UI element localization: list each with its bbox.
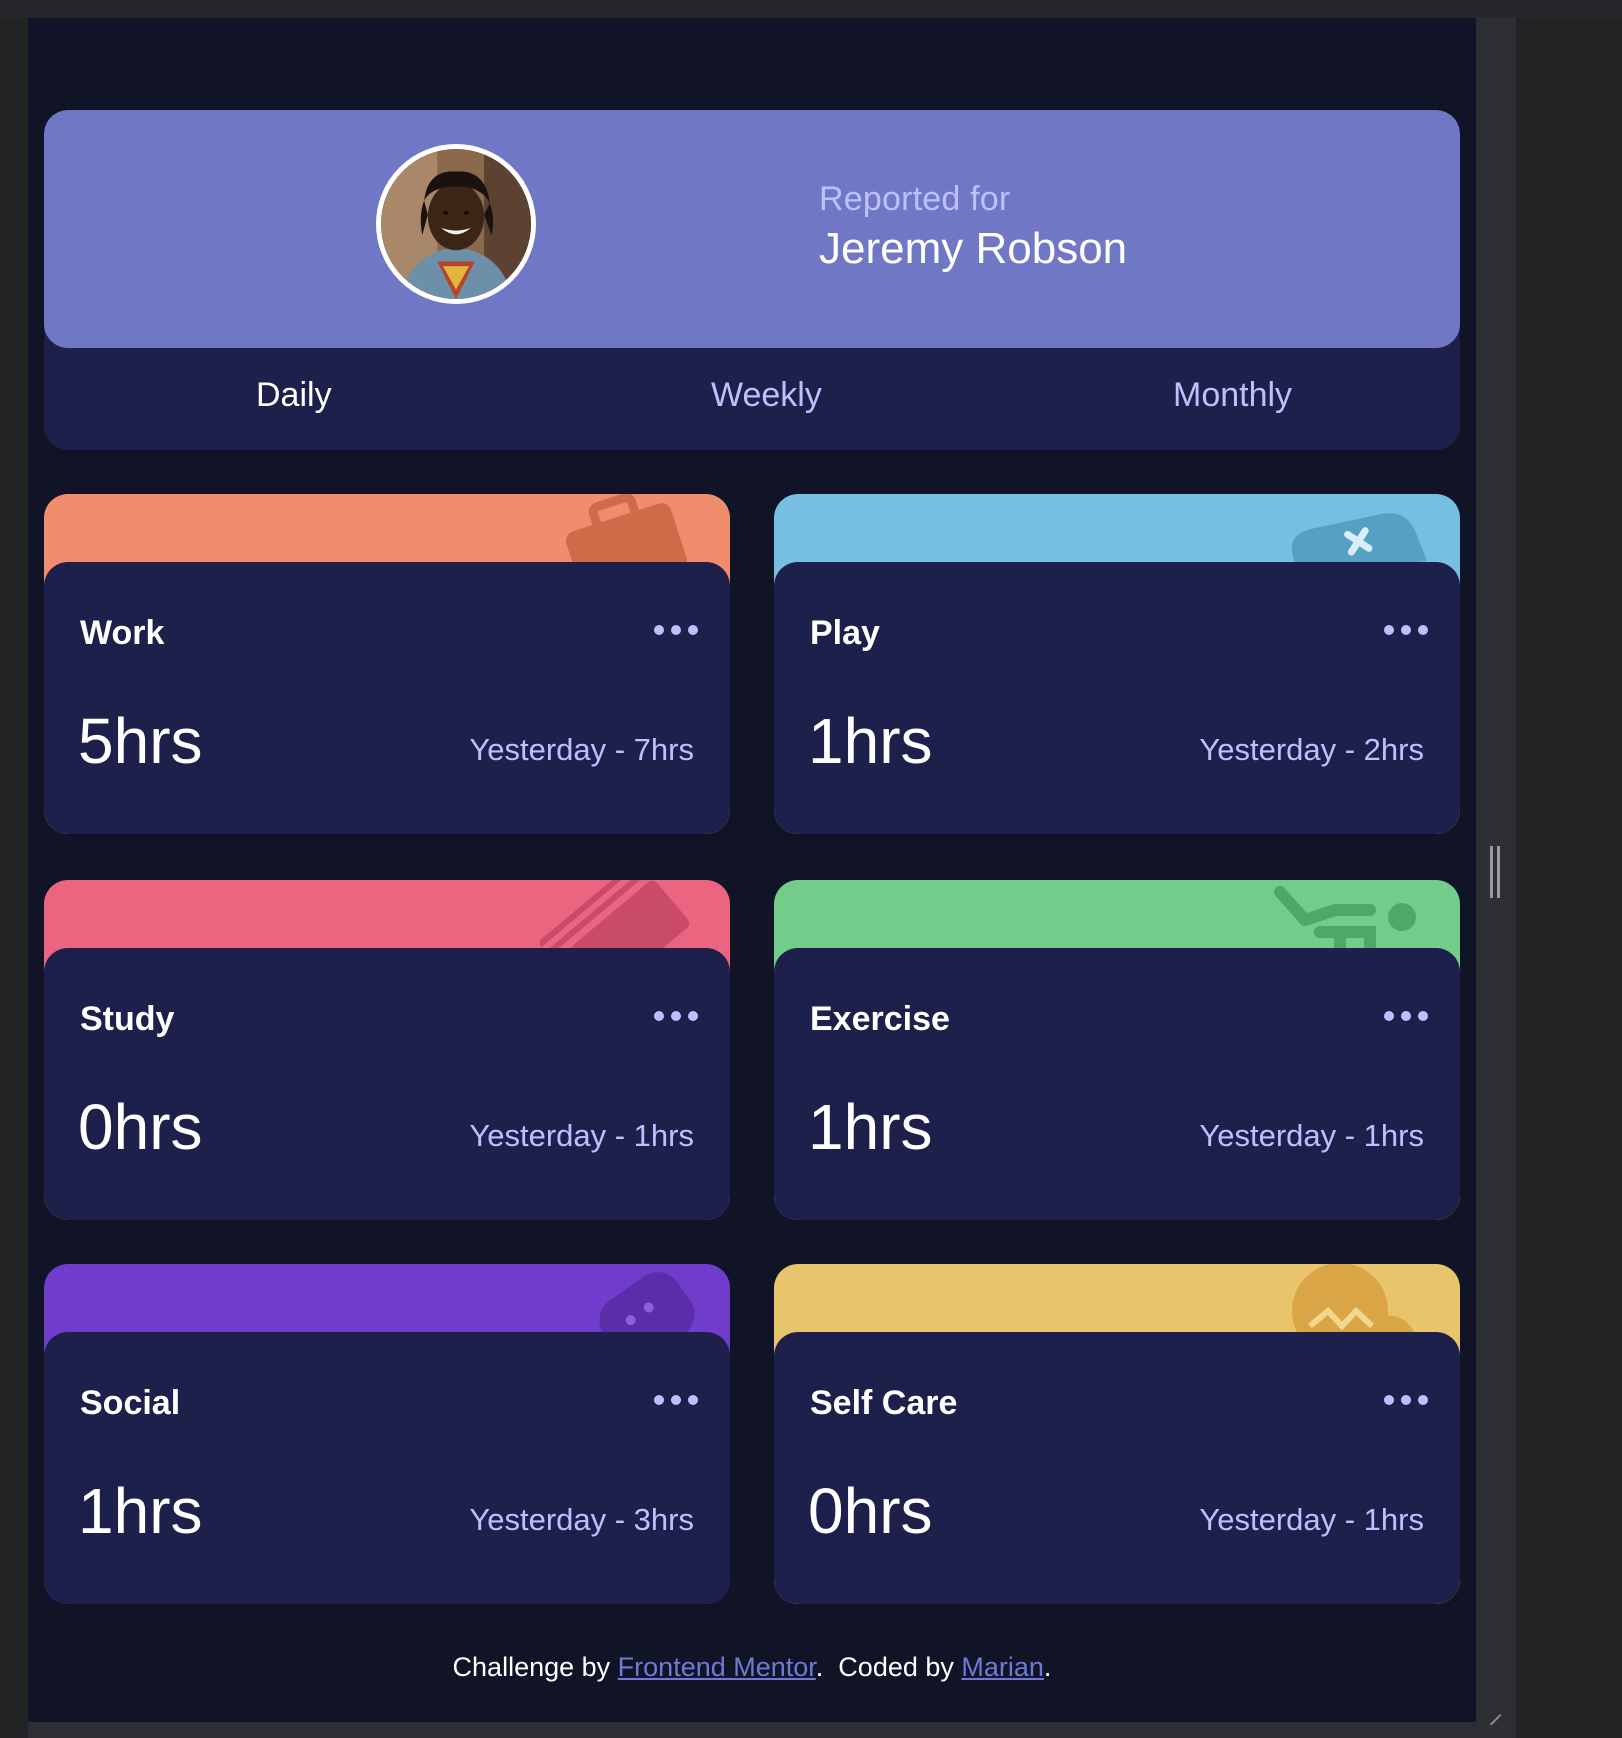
ellipsis-icon[interactable] xyxy=(1384,1004,1428,1028)
card-title: Social xyxy=(80,1384,181,1422)
current-hours: 0hrs xyxy=(78,1091,203,1163)
card-body: Work 5hrs Yesterday - 7hrs xyxy=(44,562,730,834)
card-title: Self Care xyxy=(810,1384,958,1422)
frontend-mentor-link[interactable]: Frontend Mentor xyxy=(618,1652,816,1682)
card-title: Play xyxy=(810,614,880,652)
horizontal-scrollbar[interactable] xyxy=(28,1722,1516,1738)
previous-hours: Yesterday - 1hrs xyxy=(1199,1118,1424,1153)
card-exercise: Exercise 1hrs Yesterday - 1hrs xyxy=(774,880,1460,1220)
tab-monthly[interactable]: Monthly xyxy=(1173,376,1292,415)
card-body: Social 1hrs Yesterday - 3hrs xyxy=(44,1332,730,1604)
profile-card: Reported for Jeremy Robson Daily Weekly … xyxy=(44,110,1460,450)
card-title: Exercise xyxy=(810,1000,950,1038)
resize-handle-icon[interactable] xyxy=(1490,846,1500,898)
current-hours: 0hrs xyxy=(808,1475,933,1547)
footer-suffix: . xyxy=(1043,1652,1052,1682)
card-body: Exercise 1hrs Yesterday - 1hrs xyxy=(774,948,1460,1220)
ellipsis-icon[interactable] xyxy=(1384,618,1428,642)
current-hours: 1hrs xyxy=(78,1475,203,1547)
profile-header: Reported for Jeremy Robson xyxy=(44,110,1460,348)
current-hours: 1hrs xyxy=(808,1091,933,1163)
card-body: Self Care 0hrs Yesterday - 1hrs xyxy=(774,1332,1460,1604)
card-self-care: Self Care 0hrs Yesterday - 1hrs xyxy=(774,1264,1460,1604)
card-title: Work xyxy=(80,614,165,652)
card-body: Study 0hrs Yesterday - 1hrs xyxy=(44,948,730,1220)
current-hours: 1hrs xyxy=(808,705,933,777)
current-hours: 5hrs xyxy=(78,705,203,777)
attribution-footer: Challenge by Frontend Mentor. Coded by M… xyxy=(28,1652,1476,1683)
tab-weekly[interactable]: Weekly xyxy=(711,376,822,415)
card-social: Social 1hrs Yesterday - 3hrs xyxy=(44,1264,730,1604)
ellipsis-icon[interactable] xyxy=(654,618,698,642)
author-link[interactable]: Marian xyxy=(961,1652,1044,1682)
footer-middle: . Coded by xyxy=(815,1652,962,1682)
window-gutter xyxy=(1516,18,1622,1722)
ellipsis-icon[interactable] xyxy=(1384,1388,1428,1412)
ellipsis-icon[interactable] xyxy=(654,1004,698,1028)
reported-for-label: Reported for xyxy=(819,180,1011,218)
previous-hours: Yesterday - 1hrs xyxy=(1199,1502,1424,1537)
card-play: Play 1hrs Yesterday - 2hrs xyxy=(774,494,1460,834)
user-name: Jeremy Robson xyxy=(819,224,1128,273)
window-top-bar xyxy=(0,0,1622,18)
previous-hours: Yesterday - 3hrs xyxy=(469,1502,694,1537)
footer-prefix: Challenge by xyxy=(452,1652,618,1682)
avatar xyxy=(376,144,536,304)
card-title: Study xyxy=(80,1000,175,1038)
tab-daily[interactable]: Daily xyxy=(256,376,332,415)
card-body: Play 1hrs Yesterday - 2hrs xyxy=(774,562,1460,834)
card-work: Work 5hrs Yesterday - 7hrs xyxy=(44,494,730,834)
avatar-portrait-icon xyxy=(381,149,531,299)
previous-hours: Yesterday - 7hrs xyxy=(469,732,694,767)
ellipsis-icon[interactable] xyxy=(654,1388,698,1412)
page-viewport: Reported for Jeremy Robson Daily Weekly … xyxy=(28,18,1476,1722)
previous-hours: Yesterday - 1hrs xyxy=(469,1118,694,1153)
card-study: Study 0hrs Yesterday - 1hrs xyxy=(44,880,730,1220)
previous-hours: Yesterday - 2hrs xyxy=(1199,732,1424,767)
